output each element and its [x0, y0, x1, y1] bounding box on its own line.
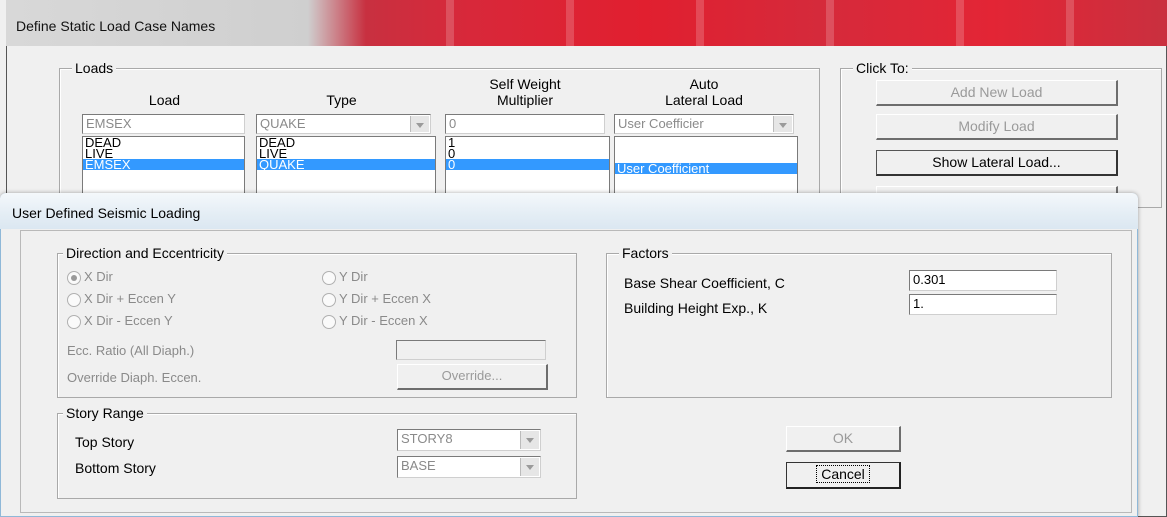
load-name-input[interactable]: EMSEX — [82, 114, 245, 134]
top-story-dropdown[interactable]: STORY8 — [397, 429, 541, 451]
direction-eccentricity-label: Direction and Eccentricity — [63, 245, 227, 261]
top-story-label: Top Story — [75, 434, 135, 450]
ecc-ratio-input[interactable] — [396, 340, 546, 360]
define-load-case-titlebar[interactable]: Define Static Load Case Names — [6, 0, 1167, 46]
ok-button[interactable]: OK — [786, 426, 901, 452]
add-new-load-button[interactable]: Add New Load — [876, 80, 1118, 106]
chevron-down-icon[interactable] — [520, 458, 539, 476]
list-item-selected[interactable]: 0 — [446, 158, 609, 171]
override-diaph-label: Override Diaph. Eccen. — [67, 370, 202, 385]
col-header-type: Type — [326, 92, 357, 108]
x-dir-ecc-y-radio[interactable] — [67, 293, 81, 307]
auto-lateral-dropdown[interactable]: User Coefficier — [614, 114, 794, 134]
bottom-story-label: Bottom Story — [75, 460, 156, 476]
bottom-story-value: BASE — [401, 458, 436, 473]
auto-lateral-list[interactable]: User Coefficient — [614, 136, 798, 196]
base-shear-input[interactable]: 0.301 — [909, 270, 1057, 291]
load-type-dropdown[interactable]: QUAKE — [256, 114, 431, 134]
list-item-selected[interactable]: User Coefficient — [615, 162, 797, 175]
chevron-down-icon[interactable] — [520, 431, 539, 449]
x-dir-minus-ecc-y-label[interactable]: X Dir - Eccen Y — [84, 313, 173, 328]
x-dir-radio[interactable] — [67, 271, 81, 285]
chevron-down-icon[interactable] — [410, 116, 429, 132]
type-list[interactable]: DEAD LIVE QUAKE — [256, 136, 436, 196]
ecc-ratio-label: Ecc. Ratio (All Diaph.) — [67, 343, 195, 358]
y-dir-minus-ecc-x-radio[interactable] — [322, 315, 336, 329]
cancel-button[interactable]: Cancel — [786, 462, 901, 489]
list-item[interactable]: 1 — [446, 136, 609, 149]
height-exp-input[interactable]: 1. — [909, 294, 1057, 315]
define-load-case-title: Define Static Load Case Names — [16, 18, 216, 34]
modify-load-button[interactable]: Modify Load — [876, 114, 1118, 140]
list-item-selected[interactable]: EMSEX — [83, 158, 244, 171]
y-dir-radio[interactable] — [322, 271, 336, 285]
x-dir-ecc-y-label[interactable]: X Dir + Eccen Y — [84, 291, 176, 306]
list-item[interactable] — [615, 137, 797, 148]
cancel-button-label: Cancel — [816, 465, 870, 483]
y-dir-minus-ecc-x-label[interactable]: Y Dir - Eccen X — [339, 313, 428, 328]
seismic-dialog-titlebar[interactable]: User Defined Seismic Loading — [0, 193, 1138, 229]
x-dir-label[interactable]: X Dir — [84, 269, 113, 284]
col-header-load: Load — [148, 92, 181, 108]
load-list[interactable]: DEAD LIVE EMSEX — [82, 136, 245, 196]
list-item[interactable] — [615, 148, 797, 159]
seismic-dialog-title: User Defined Seismic Loading — [12, 205, 201, 221]
bottom-story-dropdown[interactable]: BASE — [397, 456, 541, 478]
base-shear-label: Base Shear Coefficient, C — [624, 275, 785, 291]
click-to-group-label: Click To: — [853, 60, 912, 76]
chevron-down-icon[interactable] — [773, 116, 792, 132]
override-button[interactable]: Override... — [397, 364, 548, 390]
story-range-label: Story Range — [63, 405, 147, 421]
auto-lateral-value: User Coefficier — [618, 116, 704, 131]
show-lateral-load-button[interactable]: Show Lateral Load... — [876, 150, 1118, 176]
height-exp-label: Building Height Exp., K — [624, 300, 768, 316]
self-weight-input[interactable]: 0 — [445, 114, 605, 134]
self-weight-list[interactable]: 1 0 0 — [445, 136, 610, 196]
y-dir-label[interactable]: Y Dir — [339, 269, 368, 284]
top-story-value: STORY8 — [401, 431, 453, 446]
y-dir-ecc-x-label[interactable]: Y Dir + Eccen X — [339, 291, 431, 306]
list-item-selected[interactable]: QUAKE — [257, 158, 435, 171]
col-header-auto-lateral: Auto Lateral Load — [665, 76, 743, 108]
x-dir-minus-ecc-y-radio[interactable] — [67, 315, 81, 329]
list-item[interactable]: 0 — [446, 147, 609, 160]
load-type-value: QUAKE — [260, 116, 306, 131]
loads-group-label: Loads — [72, 60, 117, 76]
y-dir-ecc-x-radio[interactable] — [322, 293, 336, 307]
factors-group-label: Factors — [619, 245, 672, 261]
col-header-self-weight: Self Weight Multiplier — [489, 76, 561, 108]
